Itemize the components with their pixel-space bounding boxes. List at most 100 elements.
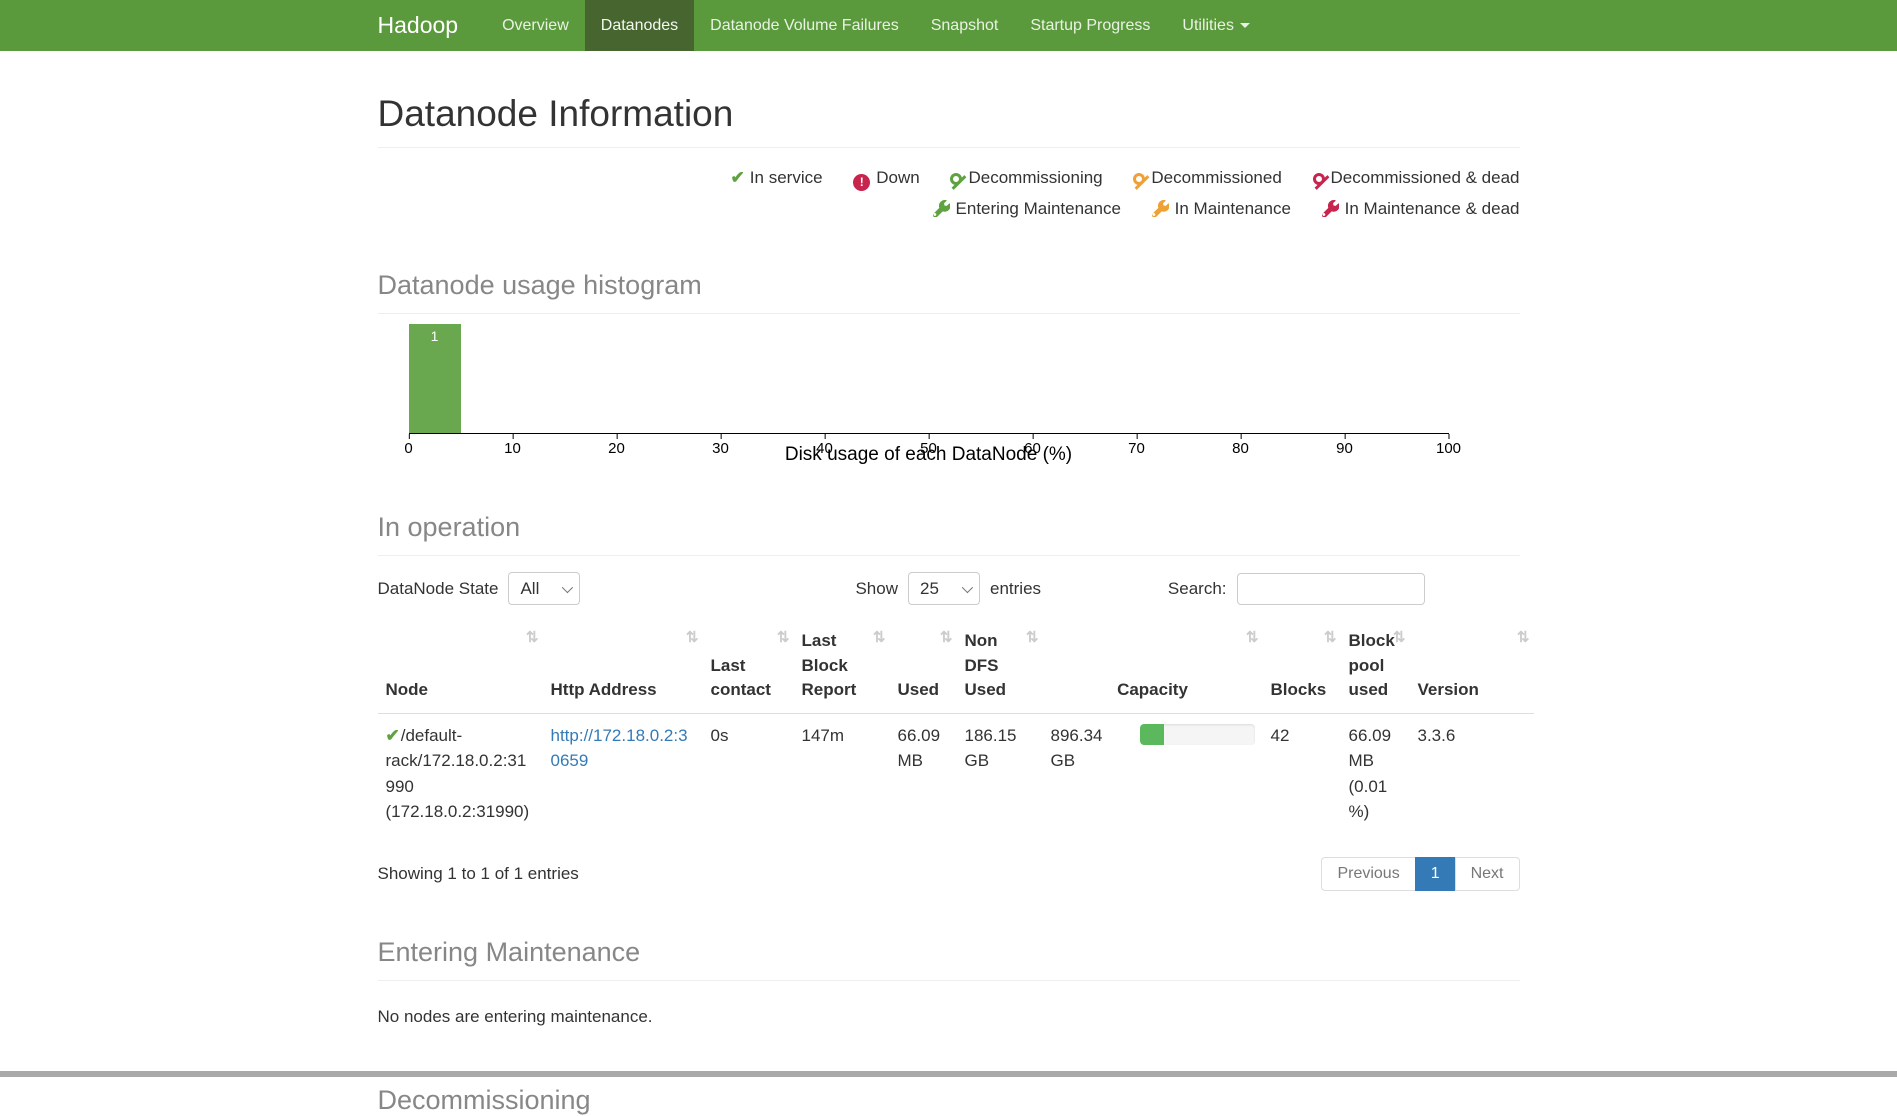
exclamation-circle-icon: ! xyxy=(853,174,870,191)
histogram-bar: 1 xyxy=(409,324,461,433)
brand-hadoop[interactable]: Hadoop xyxy=(378,0,487,51)
bar-value-label: 1 xyxy=(409,328,461,344)
legend-label: Entering Maintenance xyxy=(956,199,1121,218)
legend-label: In service xyxy=(750,168,823,187)
x-tick: 90 xyxy=(1336,434,1353,457)
http-address-link[interactable]: http://172.18.0.2:30659 xyxy=(551,726,688,771)
datanode-state-select[interactable]: All xyxy=(508,572,580,605)
col-header-label: Last contact xyxy=(711,656,771,700)
search-input[interactable] xyxy=(1237,573,1425,605)
nav-datanodes[interactable]: Datanodes xyxy=(585,0,694,51)
page-title: Datanode Information xyxy=(378,93,1520,135)
legend-row-2: Entering Maintenance In Maintenance In M… xyxy=(378,193,1520,224)
page-length-value: 25 xyxy=(920,579,939,599)
nav-datanode-volume-failures[interactable]: Datanode Volume Failures xyxy=(694,0,915,51)
nav-utilities-label: Utilities xyxy=(1182,17,1234,35)
cell-http-address: http://172.18.0.2:30659 xyxy=(543,713,703,834)
sort-icon[interactable]: ⇅ xyxy=(1246,627,1259,649)
datanode-state-filter: DataNode State All xyxy=(378,572,591,605)
bottom-edge-strip xyxy=(0,1071,1897,1077)
section-title-histogram: Datanode usage histogram xyxy=(378,270,1520,301)
legend-label: Decommissioned & dead xyxy=(1331,168,1520,187)
nav-startup-progress[interactable]: Startup Progress xyxy=(1014,0,1166,51)
section-title-entering-maintenance: Entering Maintenance xyxy=(378,937,1520,968)
pagination-page-1-button[interactable]: 1 xyxy=(1415,857,1456,891)
top-navbar: Hadoop Overview Datanodes Datanode Volum… xyxy=(0,0,1897,51)
legend-row-1: ✔In service !Down Decommissioning Decomm… xyxy=(378,162,1520,193)
pagination-previous-button[interactable]: Previous xyxy=(1321,857,1415,891)
nav-utilities-dropdown[interactable]: Utilities xyxy=(1166,0,1266,51)
ban-icon xyxy=(950,173,962,185)
pagination: Previous 1 Next xyxy=(1321,857,1519,891)
x-tick: 100 xyxy=(1436,434,1461,457)
col-header-used[interactable]: Used ⇅ xyxy=(890,623,957,713)
nav-overview[interactable]: Overview xyxy=(486,0,585,51)
wrench-icon xyxy=(1322,200,1339,217)
legend-in-service: ✔ In service xyxy=(731,168,823,187)
datanode-usage-histogram: 1 0 10 20 30 40 50 60 70 80 90 100 Disk … xyxy=(409,324,1449,466)
sort-icon[interactable]: ⇅ xyxy=(1026,627,1039,649)
legend-label: In Maintenance xyxy=(1175,199,1291,218)
cell-version: 3.3.6 xyxy=(1410,713,1534,834)
col-header-last-block-report[interactable]: Last Block Report ⇅ xyxy=(794,623,890,713)
col-header-last-contact[interactable]: Last contact ⇅ xyxy=(703,623,794,713)
page-length-select[interactable]: 25 xyxy=(908,572,980,605)
sort-icon[interactable]: ⇅ xyxy=(940,627,953,649)
check-icon: ✔ xyxy=(731,168,745,187)
col-header-blocks[interactable]: Blocks⇅ xyxy=(1263,623,1341,713)
divider xyxy=(378,313,1520,314)
sort-icon[interactable]: ⇅ xyxy=(686,627,699,649)
chevron-down-icon xyxy=(1240,23,1250,28)
sort-icon[interactable]: ⇅ xyxy=(873,627,886,649)
page-length-control: Show 25 entries xyxy=(855,572,1041,605)
table-search: Search: xyxy=(1168,573,1425,605)
legend-down: !Down xyxy=(853,168,919,187)
node-state-legend: ✔In service !Down Decommissioning Decomm… xyxy=(378,162,1520,224)
divider xyxy=(378,147,1520,148)
cell-last-contact: 0s xyxy=(703,713,794,834)
legend-label: Decommissioned xyxy=(1151,168,1281,187)
divider xyxy=(378,555,1520,556)
sort-icon[interactable]: ⇅ xyxy=(777,627,790,649)
col-header-label: Node xyxy=(386,680,429,699)
search-label: Search: xyxy=(1168,579,1227,599)
x-tick: 30 xyxy=(712,434,729,457)
col-header-version[interactable]: Version⇅ xyxy=(1410,623,1534,713)
sort-icon[interactable]: ⇅ xyxy=(1393,627,1406,649)
col-header-http-address[interactable]: Http Address⇅ xyxy=(543,623,703,713)
legend-decommissioning: Decommissioning xyxy=(950,168,1102,187)
sort-icon[interactable]: ⇅ xyxy=(526,627,539,649)
col-header-label: Last Block Report xyxy=(802,631,857,699)
cell-non-dfs-used: 186.15 GB xyxy=(957,713,1043,834)
check-icon: ✔ xyxy=(386,726,400,745)
datanode-state-label: DataNode State xyxy=(378,579,499,599)
col-header-capacity[interactable]: Capacity ⇅ xyxy=(1043,623,1263,713)
table-info: Showing 1 to 1 of 1 entries xyxy=(378,864,579,884)
col-header-non-dfs-used[interactable]: Non DFS Used⇅ xyxy=(957,623,1043,713)
x-tick: 70 xyxy=(1128,434,1145,457)
x-tick: 80 xyxy=(1232,434,1249,457)
col-header-label: Used xyxy=(898,680,940,699)
chevron-down-icon xyxy=(562,581,573,592)
table-controls: DataNode State All Show 25 entries Searc… xyxy=(378,572,1520,605)
capacity-text: 896.34 GB xyxy=(1051,723,1126,774)
histogram-plot-area: 1 xyxy=(409,324,1449,434)
sort-icon[interactable]: ⇅ xyxy=(1517,627,1530,649)
sort-icon[interactable]: ⇅ xyxy=(1324,627,1337,649)
wrench-icon xyxy=(1152,200,1169,217)
col-header-block-pool-used[interactable]: Block pool used⇅ xyxy=(1341,623,1410,713)
pagination-next-button[interactable]: Next xyxy=(1455,857,1520,891)
ban-icon xyxy=(1133,173,1145,185)
legend-label: Down xyxy=(876,168,919,187)
table-row: ✔/default-rack/172.18.0.2:31990 (172.18.… xyxy=(378,713,1534,834)
legend-label: Decommissioning xyxy=(968,168,1102,187)
col-header-label: Capacity xyxy=(1117,680,1188,699)
legend-entering-maintenance: Entering Maintenance xyxy=(933,199,1121,218)
cell-node: ✔/default-rack/172.18.0.2:31990 (172.18.… xyxy=(378,713,543,834)
divider xyxy=(378,980,1520,981)
cell-block-pool-used: 66.09 MB (0.01%) xyxy=(1341,713,1410,834)
node-text: /default-rack/172.18.0.2:31990 (172.18.0… xyxy=(386,726,530,822)
nav-snapshot[interactable]: Snapshot xyxy=(915,0,1015,51)
cell-last-block-report: 147m xyxy=(794,713,890,834)
col-header-node[interactable]: Node ⇅ xyxy=(378,623,543,713)
